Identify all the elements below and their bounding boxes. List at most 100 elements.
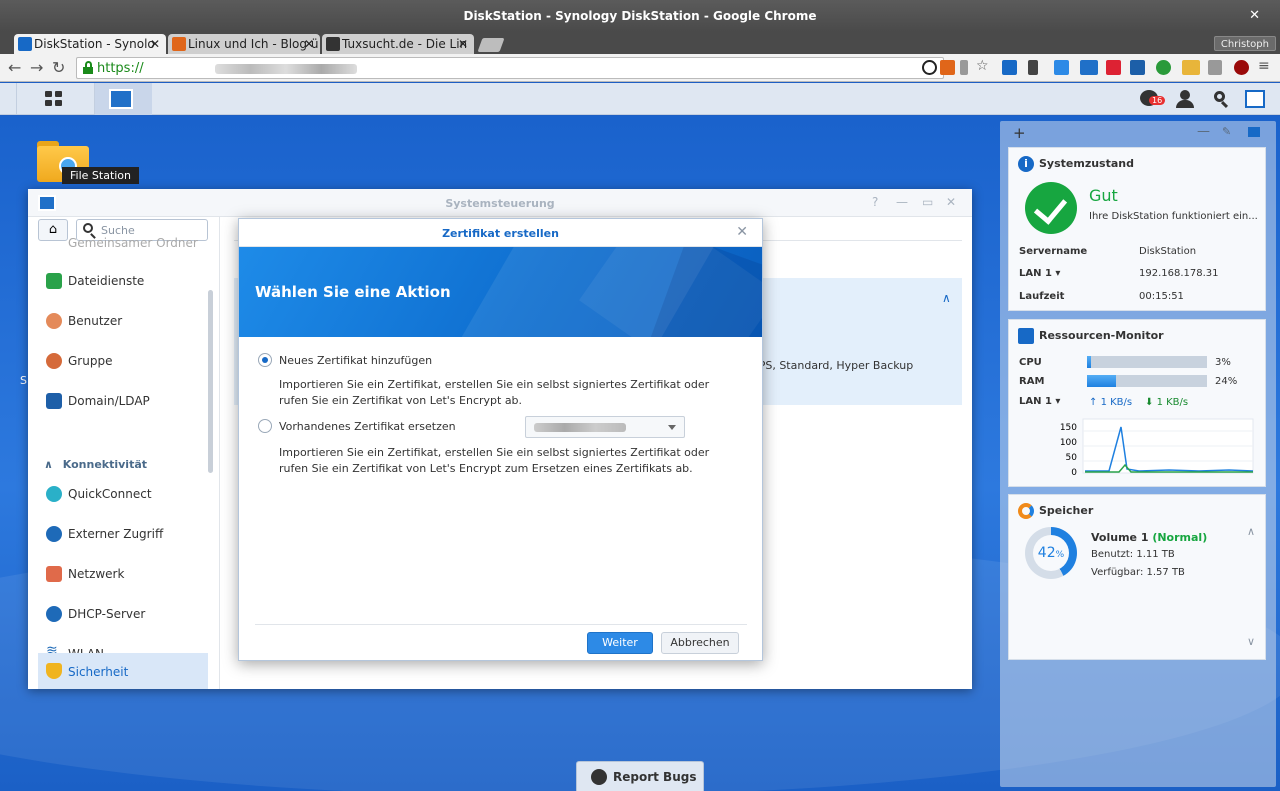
- option-replace-certificate-label[interactable]: Vorhandenes Zertifikat ersetzen: [279, 420, 456, 433]
- system-status: Gut: [1089, 186, 1118, 205]
- tab-close-icon[interactable]: ✕: [150, 34, 160, 54]
- dialog-footer-divider: [255, 624, 747, 625]
- lan-label[interactable]: LAN 1 ▾: [1019, 268, 1060, 279]
- option-replace-certificate-radio[interactable]: [258, 419, 272, 433]
- minimize-panel-icon[interactable]: —: [1197, 124, 1210, 139]
- lan-label[interactable]: LAN 1 ▾: [1019, 396, 1060, 407]
- extension-circle-icon[interactable]: [922, 60, 937, 75]
- extension-blue-icon[interactable]: [1002, 60, 1017, 75]
- tab-close-icon[interactable]: ✕: [458, 34, 468, 54]
- extension-dark-icon[interactable]: [1028, 60, 1038, 75]
- home-button[interactable]: ⌂: [38, 219, 68, 241]
- collapse-chevron-icon[interactable]: ∧: [942, 291, 951, 305]
- system-status-description: Ihre DiskStation funktioniert ein...: [1089, 211, 1258, 222]
- tux-favicon-icon: [326, 37, 340, 51]
- sidebar-item-benutzer[interactable]: Benutzer: [38, 304, 208, 338]
- address-bar[interactable]: https://: [76, 57, 944, 79]
- ublock-icon[interactable]: [1234, 60, 1249, 75]
- resource-monitor-widget: Ressourcen-Monitor CPU 3% RAM 24% LAN 1 …: [1008, 319, 1266, 487]
- pin-icon[interactable]: ✎: [1222, 125, 1231, 138]
- sidebar-section-konnektivitaet[interactable]: ∧ Konnektivität: [44, 458, 147, 471]
- menu-icon[interactable]: ≡: [1258, 58, 1273, 74]
- status-ok-icon: [1025, 182, 1077, 234]
- window-close-icon[interactable]: ✕: [1249, 8, 1260, 23]
- dhcp-icon: [46, 606, 62, 622]
- dsm-favicon-icon: [18, 37, 32, 51]
- extension-a-icon[interactable]: [1130, 60, 1145, 75]
- widgets-icon[interactable]: [1245, 90, 1265, 108]
- dsm-taskbar: 16: [0, 83, 1280, 115]
- dialog-banner: Wählen Sie eine Aktion: [239, 247, 762, 337]
- bookmark-star-icon[interactable]: ☆: [976, 58, 991, 74]
- uptime-value: 00:15:51: [1139, 291, 1184, 302]
- back-arrow-icon[interactable]: ←: [8, 58, 21, 77]
- maximize-icon[interactable]: ▭: [922, 195, 933, 209]
- scroll-down-chevron-icon[interactable]: ∨: [1247, 635, 1255, 648]
- ebay-icon[interactable]: [1182, 60, 1200, 75]
- report-bugs-button[interactable]: Report Bugs: [576, 761, 704, 791]
- certificate-select[interactable]: [525, 416, 685, 438]
- browser-toolbar: ← → ↻ https:// ☆ ≡: [0, 54, 1280, 82]
- network-icon: [46, 566, 62, 582]
- storage-percent: 42%: [1033, 535, 1069, 571]
- reload-icon[interactable]: ↻: [52, 58, 65, 77]
- sidebar-item-externer-zugriff[interactable]: Externer Zugriff: [38, 517, 208, 551]
- forward-arrow-icon[interactable]: →: [30, 58, 43, 77]
- extension-green-icon[interactable]: [1156, 60, 1171, 75]
- new-tab-button[interactable]: [477, 38, 505, 52]
- widget-title: Speicher: [1039, 504, 1094, 517]
- extension-tools-icon[interactable]: [940, 60, 955, 75]
- help-icon[interactable]: ?: [872, 195, 878, 209]
- close-icon[interactable]: ✕: [946, 195, 956, 209]
- cancel-button[interactable]: Abbrechen: [661, 632, 739, 654]
- sidebar-item-dateidienste[interactable]: Dateidienste: [38, 264, 208, 298]
- uptime-label: Laufzeit: [1019, 291, 1065, 302]
- widget-title: Systemzustand: [1039, 157, 1134, 170]
- option-new-certificate-description: Importieren Sie ein Zertifikat, erstelle…: [279, 378, 710, 407]
- tab-diskstation[interactable]: DiskStation - Synolo ✕: [14, 34, 166, 54]
- tab-close-icon[interactable]: ✕: [304, 34, 314, 54]
- control-panel-task-button[interactable]: [94, 83, 152, 115]
- dialog-header: Zertifikat erstellen ✕: [239, 219, 762, 247]
- sidebar-item-gruppe[interactable]: Gruppe: [38, 344, 208, 378]
- y-tick-100: 100: [1060, 438, 1077, 448]
- sidebar-scrollbar[interactable]: [208, 290, 213, 473]
- tab-tuxsucht[interactable]: Tuxsucht.de - Die Lin ✕: [322, 34, 474, 54]
- tab-label: DiskStation - Synolo: [34, 37, 155, 51]
- quickconnect-icon: [46, 486, 62, 502]
- option-new-certificate-radio[interactable]: [258, 353, 272, 367]
- dialog-close-icon[interactable]: ✕: [736, 224, 748, 240]
- servername-label: Servername: [1019, 246, 1088, 257]
- sidebar-item-netzwerk[interactable]: Netzwerk: [38, 557, 208, 591]
- y-tick-150: 150: [1060, 423, 1077, 433]
- css-icon[interactable]: [1208, 60, 1222, 75]
- search-icon: [83, 223, 93, 233]
- external-access-icon: [46, 526, 62, 542]
- dock-panel-icon[interactable]: [1248, 127, 1260, 137]
- sidebar-item-clipped[interactable]: Gemeinsamer Ordner: [68, 236, 198, 250]
- scroll-up-chevron-icon[interactable]: ∧: [1247, 525, 1255, 538]
- sidebar-item-quickconnect[interactable]: QuickConnect: [38, 477, 208, 511]
- sidebar-item-sicherheit[interactable]: Sicherheit: [38, 653, 208, 689]
- user-icon[interactable]: [1176, 90, 1196, 108]
- sidebar-item-domain-ldap[interactable]: Domain/LDAP: [38, 384, 208, 418]
- sidebar-item-dhcp-server[interactable]: DHCP-Server: [38, 597, 208, 631]
- profile-button[interactable]: Christoph: [1213, 36, 1276, 51]
- gmail-icon[interactable]: [1106, 60, 1121, 75]
- search-icon[interactable]: [1212, 90, 1232, 109]
- extension-filter-icon[interactable]: [960, 60, 968, 75]
- option-new-certificate-label[interactable]: Neues Zertifikat hinzufügen: [279, 354, 432, 367]
- tab-linux-und-ich[interactable]: Linux und Ich - Blog ü ✕: [168, 34, 320, 54]
- minimize-icon[interactable]: —: [896, 195, 908, 209]
- dialog-heading: Wählen Sie eine Aktion: [255, 283, 451, 301]
- file-services-icon: [46, 273, 62, 289]
- security-icon: [46, 663, 62, 679]
- group-icon: [46, 353, 62, 369]
- next-button[interactable]: Weiter: [587, 632, 653, 654]
- volume-used: Benutzt: 1.11 TB: [1091, 549, 1175, 560]
- volume-name: Volume 1 (Normal): [1091, 531, 1208, 544]
- add-widget-icon[interactable]: +: [1013, 124, 1026, 142]
- cpu-bar: [1087, 356, 1207, 368]
- extension-screen-icon[interactable]: [1080, 60, 1098, 75]
- extension-check-icon[interactable]: [1054, 60, 1069, 75]
